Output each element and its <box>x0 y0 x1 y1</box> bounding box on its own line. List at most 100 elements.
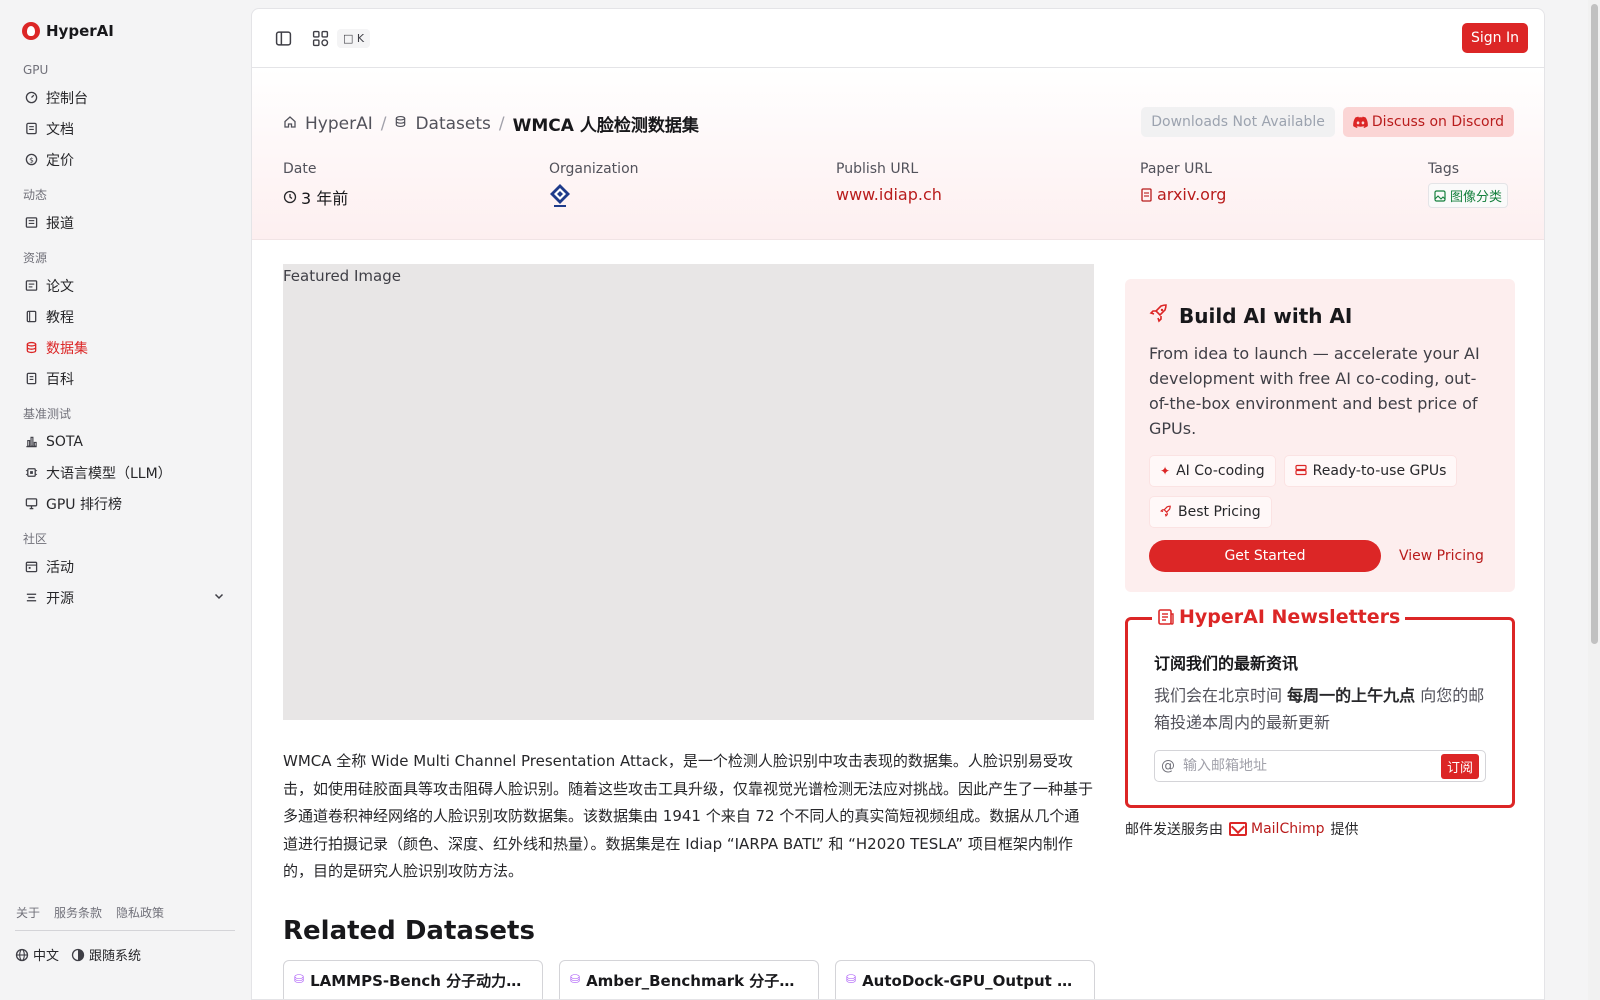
related-dataset-card[interactable]: ⛁ AutoDock-GPU_Output 分子对接数据集 <box>835 959 1095 999</box>
apps-icon[interactable] <box>311 29 329 47</box>
related-dataset-title: AutoDock-GPU_Output 分子对接数据集 <box>862 971 1084 990</box>
gauge-icon <box>25 91 38 104</box>
footer-link-about[interactable]: 关于 <box>16 904 40 921</box>
subscribe-button[interactable]: 订阅 <box>1440 753 1479 779</box>
chip-ready-gpus: Ready-to-use GPUs <box>1283 455 1458 487</box>
organization-logo[interactable] <box>549 183 571 209</box>
discord-button[interactable]: Discuss on Discord <box>1342 107 1514 137</box>
meta-tags: Tags 图像分类 <box>1428 161 1509 208</box>
sidebar-item-label: SOTA <box>46 433 83 450</box>
database-icon <box>394 115 407 132</box>
sidebar-item-label: 开源 <box>46 590 74 607</box>
related-dataset-card[interactable]: ⛁ LAMMPS-Bench 分子动力学基准数据集 <box>283 959 543 999</box>
meta-publish-url: Publish URL www.idiap.ch <box>836 161 942 204</box>
database-icon: ⛁ <box>570 971 581 986</box>
mail-powered-by: 邮件发送服务由 MailChimp 提供 <box>1125 819 1359 839</box>
sidebar-item-llm[interactable]: 大语言模型（LLM） <box>15 457 235 488</box>
related-dataset-title: LAMMPS-Bench 分子动力学基准数据集 <box>310 971 532 990</box>
sidebar-item-opensource[interactable]: 开源 <box>15 582 235 613</box>
book-icon <box>25 310 38 323</box>
sidebar-item-events[interactable]: 活动 <box>15 551 235 582</box>
paper-url-link[interactable]: arxiv.org <box>1140 185 1226 204</box>
theme-label: 跟随系统 <box>89 949 142 964</box>
downloads-button[interactable]: Downloads Not Available <box>1141 107 1335 137</box>
app-logo[interactable]: HyperAI <box>22 22 114 40</box>
theme-switch[interactable]: 跟随系统 <box>71 945 141 964</box>
related-dataset-title: Amber_Benchmark 分子动力学基准数据集 <box>586 971 808 990</box>
newsletter-text: 我们会在北京时间 每周一的上午九点 向您的邮箱投递本周内的最新更新 <box>1154 682 1486 736</box>
get-started-button[interactable]: Get Started <box>1149 540 1381 572</box>
nav-section-title: 社区 <box>23 532 48 546</box>
chart-icon <box>25 435 38 448</box>
publish-url-link[interactable]: www.idiap.ch <box>836 185 942 204</box>
dollar-icon: $ <box>25 153 38 166</box>
mailchimp-label: MailChimp <box>1251 821 1325 837</box>
sidebar-item-label: 大语言模型（LLM） <box>46 465 172 482</box>
main-panel: □ K Sign In HyperAI / Datasets / WMCA 人脸… <box>251 8 1545 1000</box>
meta-value: 3 年前 <box>283 185 348 209</box>
newsletter-heading: 订阅我们的最新资讯 <box>1154 654 1299 673</box>
sidebar-item-gpu-leaderboard[interactable]: GPU 排行榜 <box>15 488 235 519</box>
sidebar-item-sota[interactable]: SOTA <box>15 426 235 457</box>
hyperai-logo-icon <box>22 22 40 40</box>
subscribe-form: @ 订阅 <box>1154 750 1486 782</box>
newsletter-legend: HyperAI Newsletters <box>1152 606 1406 628</box>
rocket-icon <box>1160 505 1172 520</box>
chevron-down-icon[interactable] <box>213 590 225 605</box>
chip-ai-co-coding: ✦ AI Co-coding <box>1149 455 1276 487</box>
database-icon: ⛁ <box>294 971 305 986</box>
build-actions: Get Started View Pricing <box>1149 540 1491 572</box>
sidebar-item-news[interactable]: 报道 <box>15 207 235 238</box>
email-input[interactable] <box>1183 758 1441 774</box>
sidebar-item-papers[interactable]: 论文 <box>15 270 235 301</box>
sidebar-item-tutorials[interactable]: 教程 <box>15 301 235 332</box>
sidebar-item-label: 百科 <box>46 371 74 388</box>
sidebar-toggle-icon[interactable] <box>274 29 292 47</box>
dataset-description: WMCA 全称 Wide Multi Channel Presentation … <box>283 752 1094 880</box>
sidebar-item-pricing[interactable]: $ 定价 <box>15 144 235 175</box>
meta-label: Organization <box>549 161 639 177</box>
sidebar-item-datasets[interactable]: 数据集 <box>15 332 235 363</box>
powered-post: 提供 <box>1330 822 1359 838</box>
database-icon <box>25 341 38 354</box>
sidebar-nav: GPU 控制台 文档 $ 定价 动态 报道 资源 论文 教程 数据集 百科 基准… <box>15 58 235 613</box>
meta-label: Date <box>283 161 317 177</box>
breadcrumb-separator: / <box>498 113 505 134</box>
nav-section-title: 动态 <box>23 188 48 202</box>
breadcrumb-datasets[interactable]: Datasets <box>415 114 490 134</box>
shortcut-key: K <box>356 31 365 45</box>
server-icon <box>1295 464 1307 479</box>
footer-links: 关于 服务条款 隐私政策 <box>15 902 235 922</box>
view-pricing-link[interactable]: View Pricing <box>1399 548 1484 564</box>
database-icon: ⛁ <box>846 971 857 986</box>
scrollbar-thumb[interactable] <box>1591 4 1598 644</box>
sidebar-item-wiki[interactable]: 百科 <box>15 363 235 394</box>
chip-label: AI Co-coding <box>1176 463 1265 479</box>
rocket-icon <box>1149 303 1169 328</box>
theme-icon <box>71 948 85 961</box>
sidebar-item-label: GPU 排行榜 <box>46 496 122 513</box>
related-dataset-card[interactable]: ⛁ Amber_Benchmark 分子动力学基准数据集 <box>559 959 819 999</box>
divider <box>15 930 235 931</box>
globe-icon <box>15 948 29 961</box>
sidebar-item-docs[interactable]: 文档 <box>15 113 235 144</box>
language-switch[interactable]: 中文 <box>15 945 59 964</box>
page-scrollbar[interactable] <box>1588 0 1600 1000</box>
feature-chips: ✦ AI Co-coding Ready-to-use GPUs Best Pri… <box>1149 455 1491 528</box>
sidebar-item-label: 文档 <box>46 121 74 138</box>
footer-link-terms[interactable]: 服务条款 <box>54 904 102 921</box>
footer-link-privacy[interactable]: 隐私政策 <box>116 904 164 921</box>
tag-label: 图像分类 <box>1450 190 1503 205</box>
mailchimp-link[interactable]: MailChimp <box>1229 821 1325 837</box>
newsletter-text-pre: 我们会在北京时间 <box>1154 686 1288 705</box>
search-shortcut[interactable]: □ K <box>337 28 371 48</box>
newspaper-icon <box>1158 609 1174 625</box>
meta-organization: Organization <box>549 161 639 213</box>
tag-image-classification[interactable]: 图像分类 <box>1428 183 1509 208</box>
meta-label: Publish URL <box>836 161 919 177</box>
breadcrumb-home[interactable]: HyperAI <box>305 114 373 134</box>
sidebar-item-console[interactable]: 控制台 <box>15 82 235 113</box>
sign-in-button[interactable]: Sign In <box>1462 23 1528 53</box>
footer-actions: 中文 跟随系统 <box>15 945 235 964</box>
paper-icon <box>25 279 38 292</box>
